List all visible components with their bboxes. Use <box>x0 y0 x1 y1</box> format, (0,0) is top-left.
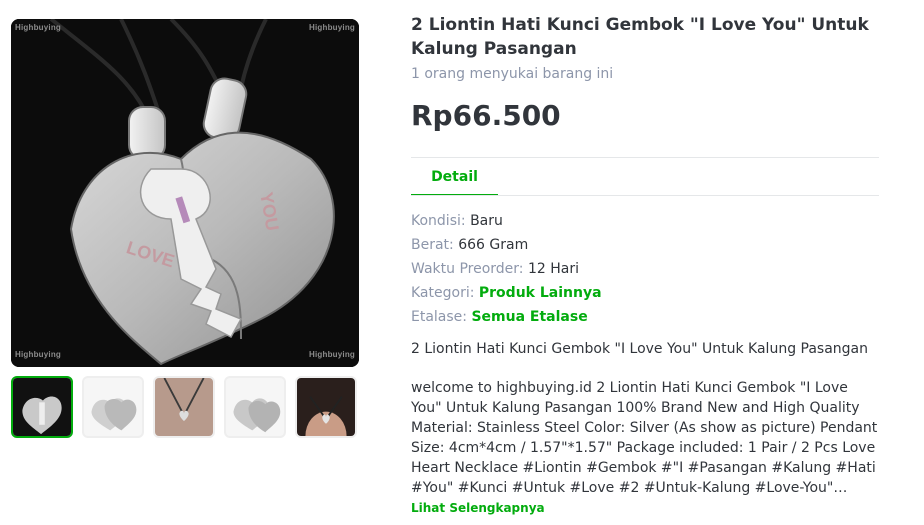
thumbnail-5[interactable] <box>295 376 357 438</box>
showcase-link[interactable]: Semua Etalase <box>471 309 587 325</box>
heart-pendant-image: LOVE YOU <box>11 19 359 367</box>
product-title: 2 Liontin Hati Kunci Gembok "I Love You"… <box>411 15 869 59</box>
info-preorder: Waktu Preorder: 12 Hari <box>411 257 881 281</box>
info-value: 12 Hari <box>527 261 579 277</box>
watermark: Highbuying <box>309 350 355 359</box>
watermark: Highbuying <box>15 23 61 32</box>
info-label: Kategori: <box>411 285 479 301</box>
thumbnail-4[interactable] <box>224 376 286 438</box>
product-info-list: Kondisi: Baru Berat: 666 Gram Waktu Preo… <box>411 209 881 329</box>
info-condition: Kondisi: Baru <box>411 209 881 233</box>
info-showcase: Etalase: Semua Etalase <box>411 305 881 329</box>
description-body: welcome to highbuying.id 2 Liontin Hati … <box>411 380 878 496</box>
info-value: 666 Gram <box>458 237 529 253</box>
category-link[interactable]: Produk Lainnya <box>479 285 602 301</box>
main-product-image[interactable]: LOVE YOU Highbuying Highbuying Highbuyin… <box>11 19 359 367</box>
info-category: Kategori: Produk Lainnya <box>411 281 881 305</box>
description-title: 2 Liontin Hati Kunci Gembok "I Love You"… <box>411 341 869 357</box>
info-label: Berat: <box>411 237 459 253</box>
thumbnail-2[interactable] <box>82 376 144 438</box>
info-label: Kondisi: <box>411 213 471 229</box>
watermark: Highbuying <box>309 23 355 32</box>
info-label: Etalase: <box>411 309 472 325</box>
likes-count: 1 orang menyukai barang ini <box>411 66 614 82</box>
divider <box>411 195 879 196</box>
see-more-link[interactable]: Lihat Selengkapnya <box>411 501 545 515</box>
info-value: Baru <box>470 213 503 229</box>
info-weight: Berat: 666 Gram <box>411 233 881 257</box>
watermark: Highbuying <box>15 350 61 359</box>
thumbnail-3[interactable] <box>153 376 215 438</box>
info-label: Waktu Preorder: <box>411 261 528 277</box>
tab-detail[interactable]: Detail <box>411 158 498 196</box>
product-price: Rp66.500 <box>411 99 561 132</box>
thumbnail-strip <box>11 376 359 438</box>
thumbnail-1[interactable] <box>11 376 73 438</box>
